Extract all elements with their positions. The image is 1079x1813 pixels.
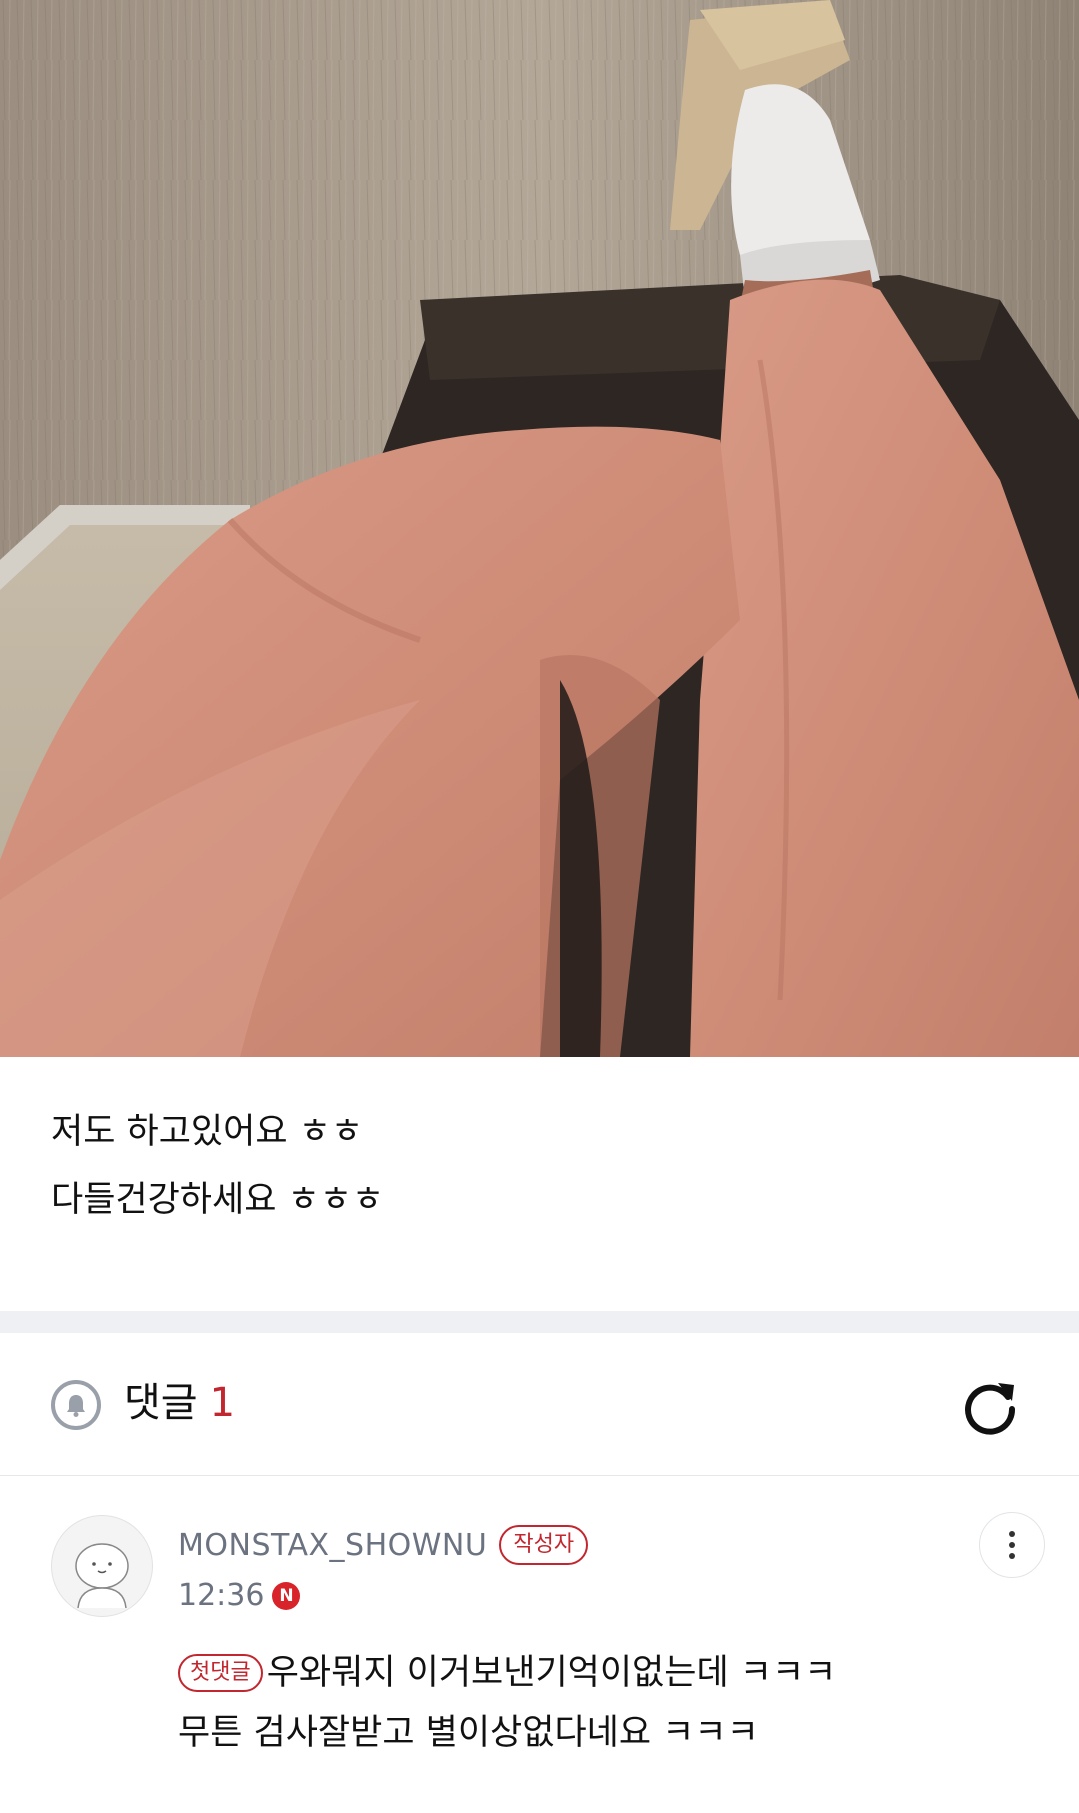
- comments-label: 댓글: [124, 1380, 198, 1426]
- bell-glyph: [67, 1395, 85, 1417]
- comments-header: 댓글 1: [0, 1333, 1079, 1476]
- comments-title: 댓글 1: [124, 1375, 235, 1431]
- comment-line-text: 무튼 검사잘받고 별이상없다네요 ㅋㅋㅋ: [178, 1713, 759, 1753]
- more-dot: [1009, 1553, 1015, 1559]
- comment-line: 첫댓글 우와뭐지 이거보낸기억이없는데 ㅋㅋㅋ: [178, 1643, 836, 1703]
- bell-icon[interactable]: [51, 1380, 101, 1430]
- comments-count: 1: [209, 1380, 236, 1426]
- comment-author-name[interactable]: MONSTAX_SHOWNU: [178, 1528, 487, 1563]
- refresh-icon[interactable]: [958, 1373, 1022, 1437]
- post-photo[interactable]: [0, 0, 1079, 1057]
- refresh-glyph: [965, 1383, 1016, 1435]
- photo-illustration: [0, 0, 1079, 1057]
- comment-item: MONSTAX_SHOWNU 작성자 12:36 N 첫댓글 우와뭐지 이거보낸기…: [0, 1475, 1079, 1813]
- more-dot: [1009, 1531, 1015, 1537]
- comment-author-row: MONSTAX_SHOWNU 작성자: [178, 1525, 589, 1565]
- default-avatar-icon[interactable]: [51, 1515, 153, 1617]
- first-comment-badge: 첫댓글: [178, 1654, 263, 1692]
- comment-meta-row: 12:36 N: [178, 1578, 301, 1613]
- comment-time: 12:36: [178, 1578, 265, 1613]
- author-badge: 작성자: [499, 1525, 589, 1565]
- more-dot: [1009, 1542, 1015, 1548]
- comment-body: 첫댓글 우와뭐지 이거보낸기억이없는데 ㅋㅋㅋ 무튼 검사잘받고 별이상없다네요 …: [178, 1643, 836, 1763]
- comment-line: 무튼 검사잘받고 별이상없다네요 ㅋㅋㅋ: [178, 1703, 836, 1763]
- new-badge: N: [272, 1581, 301, 1610]
- section-divider: [0, 1311, 1079, 1333]
- post-body: 저도 하고있어요 ㅎㅎ 다들건강하세요 ㅎㅎㅎ: [51, 1098, 1031, 1234]
- post-text-line: 다들건강하세요 ㅎㅎㅎ: [51, 1180, 385, 1220]
- avatar-glyph: [75, 1543, 129, 1609]
- more-vertical-icon[interactable]: [979, 1512, 1045, 1578]
- post-text-line: 저도 하고있어요 ㅎㅎ: [51, 1112, 364, 1152]
- comment-line-text: 우와뭐지 이거보낸기억이없는데 ㅋㅋㅋ: [266, 1653, 837, 1693]
